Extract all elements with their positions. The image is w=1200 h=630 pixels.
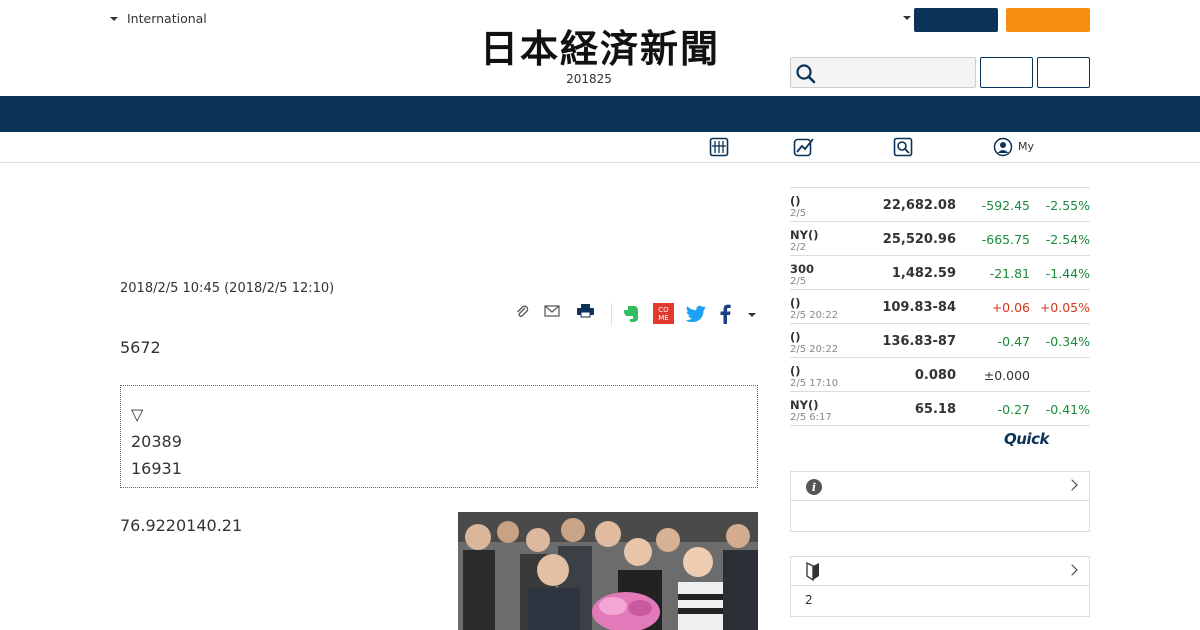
site-logo[interactable]: 日本経済新聞 [450, 24, 750, 72]
login-button[interactable] [914, 8, 998, 32]
market-name: () [790, 364, 801, 378]
search-square-icon[interactable] [893, 137, 913, 157]
market-date: 2/5 17:10 [790, 378, 839, 389]
beginner-icon [806, 562, 819, 581]
quick-logo[interactable]: Quick [1004, 430, 1049, 448]
market-name: () [790, 296, 801, 310]
beginner-box-header[interactable] [791, 557, 1089, 586]
market-date: 2/5 6:17 [790, 412, 832, 423]
svg-text:日本経済新聞: 日本経済新聞 [480, 26, 720, 71]
search-input[interactable] [790, 57, 976, 88]
market-name: 300 [790, 262, 815, 276]
market-percent: +0.05% [1039, 300, 1090, 315]
article-timestamp: 2018/2/5 10:45 (2018/2/5 12:10) [120, 281, 335, 296]
market-change: -592.45 [981, 198, 1030, 213]
info-box-body [791, 501, 1089, 531]
market-value: 1,482.59 [891, 266, 956, 281]
svg-text:CO: CO [658, 306, 669, 314]
market-percent: -2.55% [1045, 198, 1090, 213]
market-row[interactable]: () 2/5 20:22 109.83-84 +0.06 +0.05% [790, 290, 1090, 324]
facebook-icon[interactable] [719, 304, 731, 324]
clip-icon[interactable] [514, 303, 530, 319]
market-value: 65.18 [914, 402, 956, 417]
subscribe-button[interactable] [1006, 8, 1090, 32]
market-row[interactable]: () 2/5 17:10 0.080 ±0.000 [790, 358, 1090, 392]
share-divider [611, 303, 612, 325]
info-box[interactable]: i [790, 471, 1090, 532]
market-row[interactable]: NY() 2/2 25,520.96 -665.75 -2.54% [790, 222, 1090, 256]
market-row[interactable]: 300 2/5 1,482.59 -21.81 -1.44% [790, 256, 1090, 290]
market-name: () [790, 330, 801, 344]
svg-text:ME: ME [658, 314, 668, 322]
summary-line: 20389 [131, 432, 182, 451]
market-row[interactable]: NY() 2/5 6:17 65.18 -0.27 -0.41% [790, 392, 1090, 426]
search-icon [796, 64, 816, 84]
beginner-box-body: 2 [805, 593, 813, 607]
market-date: 2/5 [790, 276, 807, 287]
market-change: ±0.000 [983, 368, 1030, 383]
summary-line: 16931 [131, 459, 182, 478]
newspaper-icon[interactable] [709, 137, 729, 157]
market-value: 0.080 [914, 368, 956, 383]
user-circle-icon[interactable] [993, 137, 1013, 157]
market-percent: -0.41% [1045, 402, 1090, 417]
svg-text:i: i [812, 481, 816, 494]
site-header: International 日本経済新聞 201825 [0, 0, 1200, 96]
market-name: NY() [790, 228, 819, 242]
header-date: 201825 [566, 72, 612, 86]
market-change: -0.47 [997, 334, 1030, 349]
market-table: () 2/5 22,682.08 -592.45 -2.55% NY() 2/2 25,520… [790, 187, 1090, 426]
market-row[interactable]: () 2/5 22,682.08 -592.45 -2.55% [790, 188, 1090, 222]
market-change: -21.81 [989, 266, 1030, 281]
market-date: 2/5 [790, 208, 807, 219]
market-change: -665.75 [981, 232, 1030, 247]
crowd-photo-image [458, 512, 758, 630]
article-photo[interactable] [458, 512, 758, 630]
market-change: +0.06 [991, 300, 1030, 315]
print-icon[interactable] [576, 303, 595, 319]
market-date: 2/5 20:22 [790, 310, 839, 321]
caret-down-icon [110, 16, 118, 21]
market-row[interactable]: () 2/5 20:22 136.83-87 -0.47 -0.34% [790, 324, 1090, 358]
edition-selector[interactable]: International [110, 11, 207, 26]
article-summary-box: ▽ 20389 16931 [120, 385, 758, 488]
header-outline-button-1[interactable] [980, 57, 1033, 88]
market-value: 25,520.96 [882, 232, 956, 247]
sub-nav: My [0, 132, 1200, 163]
chart-icon[interactable] [793, 137, 815, 157]
summary-marker: ▽ [131, 405, 144, 424]
info-icon: i [806, 479, 822, 495]
main-nav-bar[interactable] [0, 96, 1200, 132]
come-icon[interactable]: CO ME [653, 303, 674, 324]
share-more-caret-icon[interactable] [747, 312, 757, 318]
market-value: 109.83-84 [882, 300, 956, 315]
article-body: 76.9220140.21 [120, 516, 243, 535]
account-caret-icon[interactable] [903, 16, 911, 20]
market-change: -0.27 [997, 402, 1030, 417]
market-percent: -1.44% [1045, 266, 1090, 281]
info-box-header[interactable]: i [791, 472, 1089, 501]
article-lead: 5672 [120, 338, 161, 357]
market-name: NY() [790, 398, 819, 412]
market-value: 136.83-87 [882, 334, 956, 349]
twitter-icon[interactable] [685, 305, 707, 323]
chevron-right-icon [1066, 564, 1078, 576]
market-name: () [790, 194, 801, 208]
header-outline-button-2[interactable] [1037, 57, 1090, 88]
market-percent: -0.34% [1045, 334, 1090, 349]
evernote-icon[interactable] [622, 304, 640, 324]
market-date: 2/5 20:22 [790, 344, 839, 355]
beginner-box[interactable]: 2 [790, 556, 1090, 617]
market-date: 2/2 [790, 242, 807, 253]
my-label[interactable]: My [1018, 140, 1034, 153]
market-value: 22,682.08 [882, 198, 956, 213]
edition-label: International [127, 11, 207, 26]
chevron-right-icon [1066, 479, 1078, 491]
mail-icon[interactable] [544, 303, 560, 319]
market-percent: -2.54% [1045, 232, 1090, 247]
